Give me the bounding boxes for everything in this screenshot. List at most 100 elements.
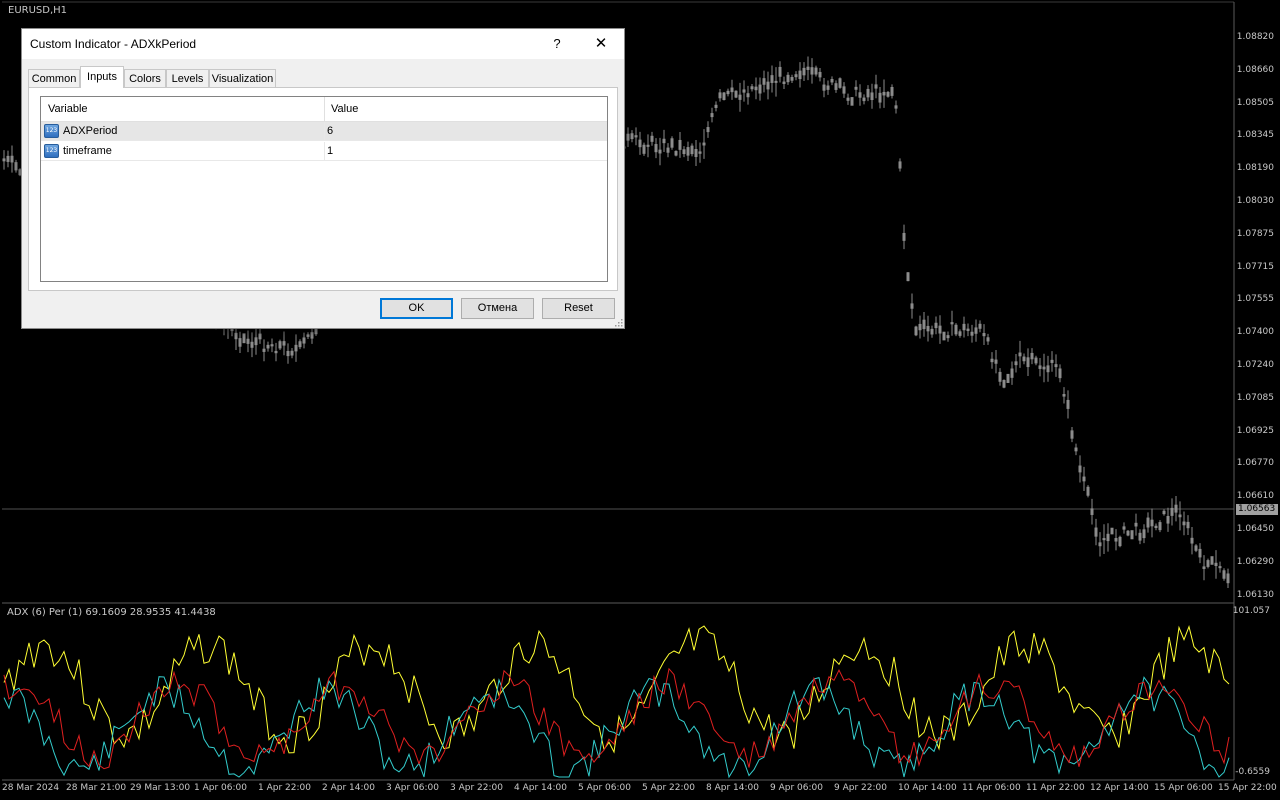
input-value[interactable]: 1	[327, 142, 333, 160]
candle-body	[1182, 521, 1186, 526]
candle-body	[1134, 522, 1138, 527]
adx-max-label: 101.057	[1232, 606, 1270, 616]
candle-body	[998, 371, 1002, 382]
candle-body	[686, 147, 690, 156]
tab-common[interactable]: Common	[28, 69, 80, 87]
price-tick-label: 1.08030	[1236, 196, 1274, 206]
candle-body	[1170, 507, 1174, 516]
tab-colors[interactable]: Colors	[124, 69, 166, 87]
tab-levels[interactable]: Levels	[166, 69, 209, 87]
input-value[interactable]: 6	[327, 122, 333, 140]
candle-body	[950, 322, 954, 325]
candle-body	[682, 149, 686, 155]
candle-body	[310, 332, 314, 339]
candle-body	[926, 325, 930, 332]
candle-body	[1130, 530, 1134, 540]
candle-body	[1146, 517, 1150, 528]
candle-body	[790, 77, 794, 81]
candle-body	[838, 78, 842, 88]
candle-body	[818, 71, 822, 78]
adx-min-label: -0.6559	[1235, 767, 1270, 777]
price-tick-label: 1.08505	[1236, 97, 1274, 108]
candle-body	[1122, 526, 1126, 530]
candle-body	[778, 66, 782, 77]
column-value[interactable]: Value	[324, 97, 358, 121]
input-row-adxperiod[interactable]: 123 ADXPeriod 6	[41, 122, 607, 141]
dialog-titlebar[interactable]: Custom Indicator - ADXkPeriod ? ✕	[22, 29, 624, 59]
candle-body	[1102, 538, 1106, 541]
time-tick-label: 4 Apr 14:00	[514, 783, 567, 793]
close-icon: ✕	[594, 35, 608, 52]
time-tick-label: 28 Mar 21:00	[66, 783, 127, 793]
candle-body	[710, 113, 714, 118]
candle-body	[1106, 533, 1110, 542]
time-tick-label: 15 Apr 22:00	[1218, 783, 1277, 793]
column-variable[interactable]: Variable	[41, 97, 88, 121]
time-tick-label: 29 Mar 13:00	[130, 783, 191, 793]
time-tick-label: 9 Apr 06:00	[770, 783, 823, 793]
candle-body	[262, 348, 266, 352]
candle-body	[890, 87, 894, 96]
candle-body	[770, 75, 774, 83]
candle-body	[922, 319, 926, 330]
candle-body	[1114, 538, 1118, 542]
candle-body	[826, 85, 830, 90]
candle-body	[678, 139, 682, 150]
candle-body	[894, 105, 898, 109]
candle-body	[990, 358, 994, 363]
candle-body	[902, 232, 906, 241]
inputs-grid: Variable Value 123 ADXPeriod 6 123 timef…	[40, 96, 608, 282]
candle-body	[866, 88, 870, 98]
ok-button[interactable]: OK	[380, 298, 453, 319]
integer-type-icon: 123	[44, 144, 59, 158]
candle-body	[1174, 504, 1178, 513]
candle-body	[1190, 537, 1194, 544]
candle-body	[10, 155, 14, 163]
time-tick-label: 11 Apr 22:00	[1026, 783, 1085, 793]
candle-body	[946, 335, 950, 339]
candle-body	[282, 341, 286, 346]
chart-symbol-label: EURUSD,H1	[8, 5, 68, 16]
candle-body	[1074, 447, 1078, 452]
candle-body	[6, 155, 10, 162]
candle-body	[1158, 522, 1162, 531]
resize-grip-icon[interactable]	[614, 318, 623, 327]
candle-body	[278, 341, 282, 349]
candle-body	[702, 142, 706, 146]
candle-body	[1042, 366, 1046, 370]
tab-visualization[interactable]: Visualization	[209, 69, 276, 87]
dialog-title: Custom Indicator - ADXkPeriod	[30, 37, 197, 51]
candle-body	[958, 331, 962, 336]
candle-body	[1138, 532, 1142, 541]
candle-body	[294, 344, 298, 352]
candle-body	[746, 93, 750, 98]
help-button[interactable]: ?	[542, 29, 572, 59]
input-row-timeframe[interactable]: 123 timeframe 1	[41, 142, 607, 161]
candle-body	[758, 84, 762, 94]
current-price-tag: 1.06563	[1236, 504, 1278, 515]
candle-body	[1094, 527, 1098, 537]
candle-body	[250, 341, 254, 348]
reset-button[interactable]: Reset	[542, 298, 615, 319]
inputs-panel: Variable Value 123 ADXPeriod 6 123 timef…	[28, 87, 618, 291]
cancel-button[interactable]: Отмена	[461, 298, 534, 319]
tab-inputs[interactable]: Inputs	[80, 66, 124, 88]
candle-body	[974, 327, 978, 334]
price-tick-label: 1.08820	[1236, 32, 1274, 42]
candle-body	[306, 334, 310, 337]
candle-body	[810, 67, 814, 75]
candle-body	[1098, 542, 1102, 547]
candle-body	[658, 149, 662, 154]
price-tick-label: 1.07555	[1236, 294, 1274, 305]
candle-body	[1210, 556, 1214, 565]
time-tick-label: 28 Mar 2024	[2, 783, 60, 793]
candle-body	[930, 328, 934, 335]
candle-body	[962, 323, 966, 331]
candle-body	[1066, 399, 1070, 409]
candle-body	[690, 145, 694, 155]
candle-body	[954, 324, 958, 335]
candle-body	[1014, 361, 1018, 366]
time-tick-label: 11 Apr 06:00	[962, 783, 1021, 793]
close-button[interactable]: ✕	[586, 29, 616, 59]
candle-body	[718, 92, 722, 99]
